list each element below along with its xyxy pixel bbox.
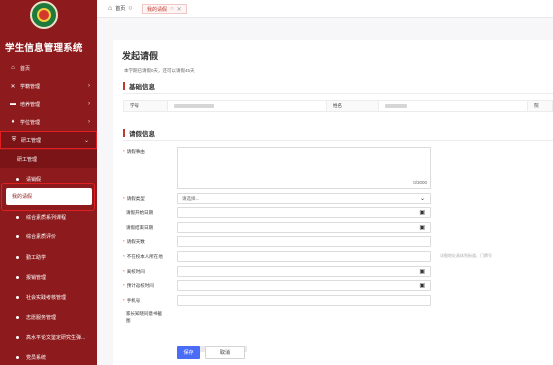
- sidebar-item-academic[interactable]: ✕ 学籍管理 ›: [0, 77, 97, 95]
- row-leave-type: * 请假类型: [123, 196, 145, 201]
- bullet-icon: [16, 255, 19, 259]
- logo: [30, 1, 58, 29]
- bullet-icon: [16, 215, 19, 219]
- main-content: 发起请假 本学期已请假0天，还可以请假45天 基础信息 学号 姓名 院 请假信息…: [97, 18, 553, 365]
- sidebar-item-work-study[interactable]: 勤工助学: [0, 248, 97, 266]
- section-leave-info: 请假信息: [123, 128, 155, 138]
- sidebar-item-social-practice[interactable]: 社会实践考核管理: [0, 288, 97, 306]
- row-end-date: 请假结束日期: [123, 222, 175, 234]
- page-title: 发起请假: [122, 51, 159, 61]
- bullet-icon: [16, 275, 19, 279]
- academic-icon: ✕: [10, 83, 16, 90]
- bullet-icon: [16, 234, 19, 238]
- leave-time-label: 离校时间: [126, 269, 145, 274]
- sidebar-item-party[interactable]: 党员系统: [0, 348, 97, 365]
- leave-time-input[interactable]: ▣: [177, 266, 431, 277]
- close-icon[interactable]: ✕: [177, 6, 182, 13]
- sidebar: 学生信息管理系统 ⌂ 首页 ✕ 学籍管理 › ▬ 培养管理 › ♦ 学位管理 ›…: [0, 0, 97, 365]
- student-id-value: [168, 101, 328, 111]
- refresh-icon[interactable]: ○: [128, 5, 132, 12]
- row-leave-days: * 请假天数: [123, 239, 145, 244]
- start-date-label: 请假开始日期: [126, 210, 153, 215]
- bullet-icon: [16, 295, 19, 299]
- location-label: 不在校本人所在地: [126, 254, 163, 259]
- sidebar-item-volunteer[interactable]: 志愿服务管理: [0, 308, 97, 326]
- mortarboard-icon: ♦: [11, 119, 15, 125]
- location-input[interactable]: [177, 251, 431, 262]
- sidebar-item-reimbursement[interactable]: 报销管理: [0, 268, 97, 286]
- home-icon: ⌂: [11, 65, 15, 71]
- parent-consent-label: 家长知晓同意书截图: [126, 311, 162, 323]
- bullet-icon: [16, 355, 19, 359]
- start-date-input[interactable]: ▣: [177, 207, 431, 218]
- tab-my-leave[interactable]: 我的请假 ○ ✕: [142, 4, 187, 14]
- leave-type-select[interactable]: 请选择... ⌄: [177, 193, 431, 204]
- location-hint: 详细地址具体到街道、门牌号: [440, 253, 492, 258]
- row-parent-consent: 家长知晓同意书截图: [123, 310, 165, 334]
- phone-input[interactable]: [177, 295, 431, 306]
- return-time-label: 预计返校时间: [126, 283, 154, 288]
- phone-label: 手机号: [126, 298, 141, 303]
- row-location: * 不在校本人所在地: [123, 254, 163, 259]
- name-value: [379, 101, 529, 111]
- reason-char-count: 0/3000: [413, 180, 427, 185]
- save-button[interactable]: 保存: [177, 346, 200, 359]
- bullet-icon: [16, 315, 19, 319]
- row-leave-time: * 离校时间: [123, 269, 145, 274]
- chevron-down-icon: ⌄: [83, 137, 89, 144]
- row-return-time: * 预计返校时间: [123, 283, 154, 288]
- calendar-icon[interactable]: ▣: [419, 209, 425, 216]
- cancel-button[interactable]: 取消: [205, 346, 245, 359]
- calendar-icon[interactable]: ▣: [419, 268, 425, 275]
- row-start-date: 请假开始日期: [123, 207, 175, 219]
- bullet-icon: [16, 177, 19, 181]
- end-date-label: 请假结束日期: [126, 225, 153, 230]
- student-id-label: 学号: [124, 101, 168, 111]
- leave-days-input[interactable]: [177, 236, 431, 247]
- row-phone: * 手机号: [123, 298, 141, 303]
- tab-bar: ⌂ 首页 ○ 我的请假 ○ ✕: [97, 0, 553, 18]
- refresh-icon[interactable]: ○: [170, 6, 174, 12]
- bullet-icon: [16, 335, 19, 339]
- leave-form-card: 发起请假 本学期已请假0天，还可以请假45天 基础信息 学号 姓名 院 请假信息…: [113, 40, 553, 365]
- tab-home[interactable]: ⌂ 首页 ○: [108, 5, 132, 12]
- home-icon: ⌂: [108, 5, 113, 12]
- sidebar-group-label: 研工管理: [0, 150, 97, 168]
- reason-textarea[interactable]: 0/3000: [177, 147, 431, 189]
- basic-info-table: 学号 姓名 院: [123, 100, 553, 112]
- leave-days-label: 请假天数: [126, 239, 145, 244]
- calendar-icon[interactable]: ▣: [419, 282, 425, 289]
- sidebar-item-degree[interactable]: ♦ 学位管理 ›: [0, 113, 97, 131]
- sidebar-item-quality-courses[interactable]: 综合素质系列课程: [0, 208, 97, 226]
- app-title: 学生信息管理系统: [5, 43, 83, 54]
- chevron-right-icon: ›: [88, 83, 90, 89]
- chevron-right-icon: ›: [88, 119, 90, 125]
- book-icon: ▬: [10, 101, 16, 107]
- return-time-input[interactable]: ▣: [177, 280, 431, 291]
- calendar-icon[interactable]: ▣: [419, 224, 425, 231]
- sidebar-item-home[interactable]: ⌂ 首页: [0, 59, 97, 77]
- sidebar-item-paper-appraisal[interactable]: 高水平论文鉴定研究生弹...: [0, 328, 97, 346]
- active-item-highlight: 我的请假: [1, 183, 95, 211]
- chevron-down-icon: ⌄: [419, 196, 425, 202]
- chevron-right-icon: ›: [88, 101, 90, 107]
- sidebar-item-research-work[interactable]: ⛨ 研工管理 ⌄: [0, 131, 97, 149]
- shield-icon: ⛨: [11, 136, 17, 143]
- reason-label: 请假事由: [126, 149, 145, 154]
- sidebar-item-my-leave[interactable]: 我的请假: [6, 188, 92, 205]
- leave-quota-text: 本学期已请假0天，还可以请假45天: [124, 68, 195, 73]
- end-date-input[interactable]: ▣: [177, 222, 431, 233]
- college-label: 院: [528, 101, 552, 111]
- section-basic-info: 基础信息: [123, 81, 155, 91]
- name-label: 姓名: [327, 101, 379, 111]
- leave-type-label: 请假类型: [126, 196, 145, 201]
- sidebar-item-training[interactable]: ▬ 培养管理 ›: [0, 95, 97, 113]
- row-reason: * 请假事由: [123, 149, 145, 154]
- sidebar-item-quality-eval[interactable]: 综合素质评价: [0, 227, 97, 245]
